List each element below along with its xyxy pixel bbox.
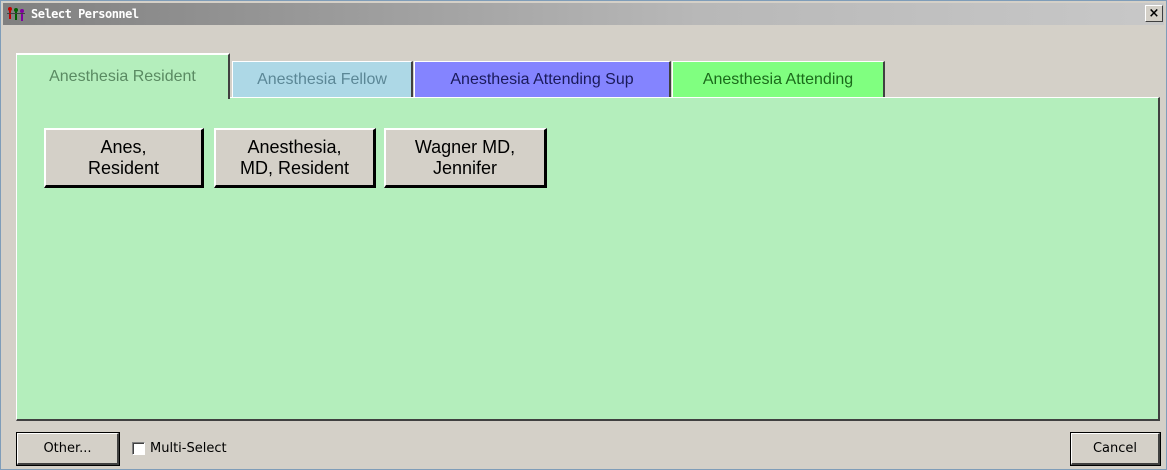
title-bar[interactable]: Select Personnel × <box>3 3 1164 25</box>
tab-anesthesia-attending[interactable]: Anesthesia Attending <box>672 61 885 98</box>
personnel-panel: Anes, Resident Anesthesia, MD, Resident … <box>16 97 1160 421</box>
tab-label: Anesthesia Resident <box>49 68 196 85</box>
personnel-app-icon <box>7 5 29 23</box>
tab-anesthesia-attending-sup[interactable]: Anesthesia Attending Sup <box>414 61 671 98</box>
multi-select-option[interactable]: Multi-Select <box>132 441 227 456</box>
personnel-button-label: Anesthesia, MD, Resident <box>239 136 350 178</box>
other-button[interactable]: Other... <box>16 432 120 466</box>
window-title: Select Personnel <box>31 7 139 21</box>
close-icon: × <box>1148 6 1160 21</box>
multi-select-label: Multi-Select <box>150 441 227 456</box>
tab-label: Anesthesia Attending <box>702 71 854 88</box>
personnel-button-anes-resident[interactable]: Anes, Resident <box>44 128 204 188</box>
close-button[interactable]: × <box>1145 5 1163 22</box>
cancel-button-label: Cancel <box>1092 441 1138 456</box>
tab-anesthesia-resident[interactable]: Anesthesia Resident <box>16 53 230 99</box>
tab-label: Anesthesia Attending Sup <box>450 71 634 88</box>
cancel-button[interactable]: Cancel <box>1070 432 1161 466</box>
personnel-button-anesthesia-md-resident[interactable]: Anesthesia, MD, Resident <box>214 128 376 188</box>
personnel-button-label: Anes, Resident <box>87 136 160 178</box>
tab-label: Anesthesia Fellow <box>257 71 387 88</box>
select-personnel-window: Select Personnel × Anesthesia Resident A… <box>0 0 1167 470</box>
personnel-button-label: Wagner MD, Jennifer <box>414 136 516 178</box>
other-button-label: Other... <box>43 441 92 456</box>
tab-anesthesia-fellow[interactable]: Anesthesia Fellow <box>232 61 413 98</box>
personnel-button-wagner-jennifer[interactable]: Wagner MD, Jennifer <box>384 128 547 188</box>
multi-select-checkbox[interactable] <box>132 442 145 455</box>
